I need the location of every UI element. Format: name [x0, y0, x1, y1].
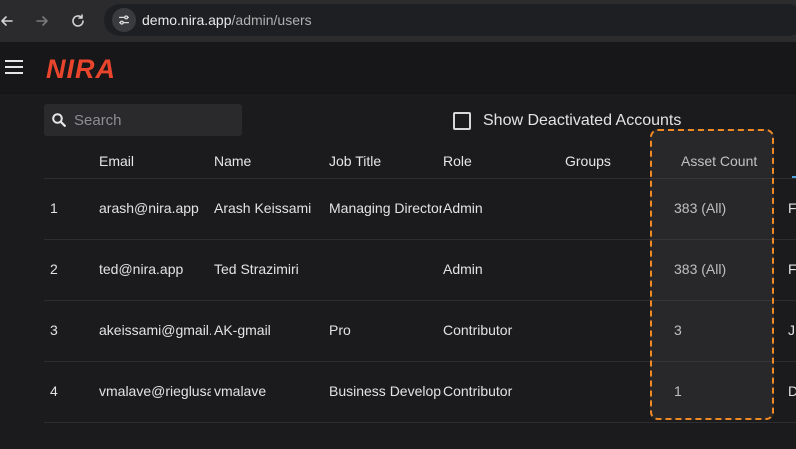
cell-role: Admin	[443, 200, 483, 216]
cell-next-column: J	[788, 322, 795, 338]
show-deactivated-label: Show Deactivated Accounts	[483, 112, 682, 129]
cell-job-title: Pro	[329, 322, 351, 338]
cell-job-title: Business Development	[329, 383, 442, 399]
column-header-job-title[interactable]: Job Title	[329, 153, 442, 169]
arrow-left-icon	[1, 16, 13, 26]
sort-indicator	[792, 176, 796, 178]
site-info-button[interactable]	[112, 8, 136, 32]
svg-text:NIRA: NIRA	[46, 54, 116, 82]
cell-asset-count: 383 (All)	[674, 261, 727, 277]
app-header: NIRA	[0, 42, 796, 94]
cell-role: Contributor	[443, 322, 513, 338]
users-table: Email Name Job Title Role Groups Asset C…	[44, 142, 796, 449]
table-row[interactable]: 1 arash@nira.app Arash Keissami Managing…	[44, 179, 796, 240]
tune-icon	[118, 15, 130, 25]
column-header-role[interactable]: Role	[443, 153, 555, 169]
column-header-groups[interactable]: Groups	[565, 153, 665, 169]
cell-email: ted@nira.app	[99, 261, 184, 277]
search-input[interactable]	[74, 108, 234, 132]
search-box[interactable]	[44, 104, 242, 136]
url-text: demo.nira.app/admin/users	[142, 12, 312, 28]
cell-name: AK-gmail	[214, 322, 271, 338]
cell-name: Arash Keissami	[214, 200, 312, 216]
cell-name: Ted Strazimiri	[214, 261, 299, 277]
table-header: Email Name Job Title Role Groups Asset C…	[44, 142, 796, 179]
hamburger-menu-icon[interactable]	[4, 58, 24, 76]
address-bar[interactable]: demo.nira.app/admin/users	[104, 4, 796, 36]
arrow-right-icon	[36, 16, 48, 26]
row-index: 1	[50, 200, 58, 216]
cell-role: Contributor	[443, 383, 513, 399]
reload-icon	[72, 14, 84, 27]
row-index: 3	[50, 322, 58, 338]
cell-email: vmalave@rieglusa.com	[99, 383, 211, 399]
row-index: 4	[50, 383, 58, 399]
column-header-name[interactable]: Name	[214, 153, 328, 169]
table-row[interactable]: 2 ted@nira.app Ted Strazimiri Admin 383 …	[44, 240, 796, 301]
forward-button[interactable]	[29, 8, 55, 34]
back-button[interactable]	[0, 8, 20, 34]
column-header-email[interactable]: Email	[99, 153, 211, 169]
reload-button[interactable]	[65, 8, 91, 34]
cell-asset-count: 1	[674, 383, 682, 399]
nira-logo[interactable]: NIRA	[44, 54, 138, 82]
browser-toolbar: demo.nira.app/admin/users	[0, 0, 796, 42]
search-icon	[52, 113, 66, 127]
cell-name: vmalave	[214, 383, 267, 399]
cell-asset-count: 383 (All)	[674, 200, 727, 216]
row-index: 2	[50, 261, 58, 277]
cell-next-column: F	[788, 200, 796, 216]
table-row[interactable]: 4 vmalave@rieglusa.com vmalave Business …	[44, 362, 796, 423]
cell-email: akeissami@gmail.com	[99, 322, 211, 338]
cell-next-column: F	[788, 261, 796, 277]
table-row[interactable]: 3 akeissami@gmail.com AK-gmail Pro Contr…	[44, 301, 796, 362]
cell-next-column: D	[788, 383, 796, 399]
cell-asset-count: 3	[674, 322, 682, 338]
cell-email: arash@nira.app	[99, 200, 199, 216]
show-deactivated-toggle[interactable]: Show Deactivated Accounts	[453, 112, 681, 130]
cell-role: Admin	[443, 261, 483, 277]
show-deactivated-checkbox[interactable]	[453, 112, 471, 130]
column-header-asset-count[interactable]: Asset Count	[681, 153, 781, 169]
cell-job-title: Managing Director	[329, 200, 442, 216]
